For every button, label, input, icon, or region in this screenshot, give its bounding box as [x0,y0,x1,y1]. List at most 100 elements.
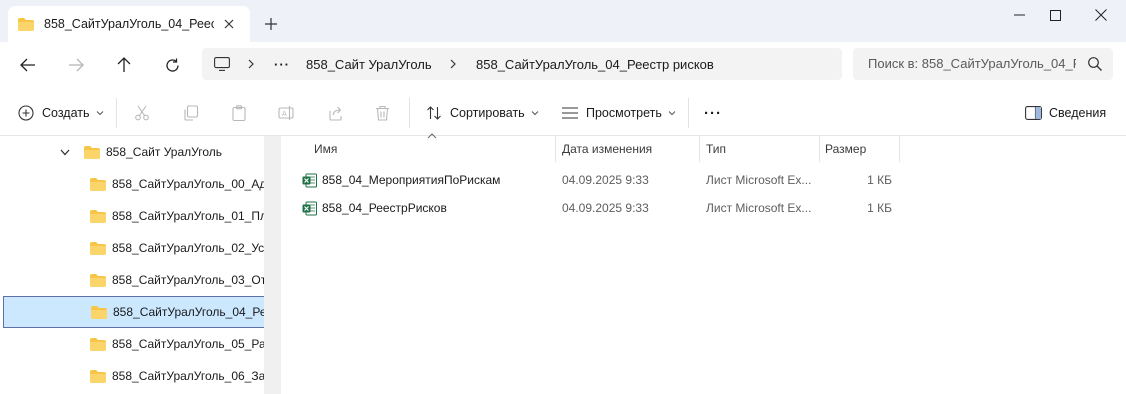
details-label: Сведения [1049,106,1107,120]
maximize-icon[interactable] [1040,4,1070,26]
tree-item[interactable]: 858_СайтУралУголь_00_Администрирование [0,168,264,200]
details-button[interactable]: Сведения [1025,90,1106,136]
folder-icon [84,145,100,159]
create-button[interactable]: Создать [18,90,104,136]
up-arrow-icon[interactable] [111,52,137,78]
command-bar: Создать A Сортировать Просмотреть ··· Св… [0,90,1126,136]
tree-item[interactable]: 858_СайтУралУголь_05_Работы [0,328,264,360]
tab-current[interactable]: 858_СайтУралУголь_04_Реестр рисков [8,6,250,42]
tree-item[interactable]: 858_СайтУралУголь_01_Планирование [0,200,264,232]
column-header-size[interactable]: Размер [825,136,866,162]
column-divider[interactable] [555,136,556,162]
file-size: 1 КБ [867,201,892,215]
file-name: 858_04_МероприятияПоРискам [322,173,501,187]
search-icon[interactable] [1087,56,1103,72]
view-label: Просмотреть [586,106,662,120]
folder-icon [90,241,106,255]
tree-item-selected[interactable]: 858_СайтУралУголь_04_Реестр рисков [3,296,265,328]
file-type: Лист Microsoft Ex... [706,173,812,187]
tree-item-label: 858_СайтУралУголь_04_Реестр рисков [113,305,265,319]
file-name-cell: 858_04_МероприятияПоРискам [302,166,500,194]
divider [688,98,689,128]
chevron-right-icon[interactable] [450,48,456,80]
folder-icon [90,209,106,223]
chevron-down-icon[interactable] [60,149,70,156]
more-options-button[interactable]: ··· [704,90,722,136]
file-name-cell: 858_04_РеестрРисков [302,194,447,222]
folder-icon [90,273,106,287]
clipboard-icon [232,105,246,121]
rename-button[interactable]: A [278,90,295,136]
sidebar-scrollbar[interactable] [264,136,281,394]
share-button[interactable] [327,90,344,136]
tree-item-label: 858_СайтУралУголь_05_Работы [112,337,264,351]
chevron-down-icon [531,111,539,116]
breadcrumb-item-parent[interactable]: 858_Сайт УралУголь [306,48,432,80]
address-bar[interactable]: ··· 858_Сайт УралУголь 858_СайтУралУголь… [202,48,842,80]
excel-file-icon [302,201,317,215]
plus-icon[interactable] [260,13,282,35]
sort-button[interactable]: Сортировать [426,90,539,136]
file-name: 858_04_РеестрРисков [322,201,447,215]
file-type: Лист Microsoft Ex... [706,201,812,215]
tree-item-parent[interactable]: 858_Сайт УралУголь [0,136,264,168]
tree-item[interactable]: 858_СайтУралУголь_06_Закрытие [0,360,264,392]
folder-icon [91,305,107,319]
column-header-modified[interactable]: Дата изменения [562,136,652,162]
copy-button[interactable] [183,90,199,136]
tree-item-label: 858_СайтУралУголь_03_Отчеты [112,273,264,287]
sort-ascending-icon [427,133,437,139]
folder-icon [90,369,106,383]
chevron-down-icon [668,111,676,116]
column-divider[interactable] [819,136,820,162]
scissors-icon [135,105,149,121]
file-row[interactable]: 858_04_МероприятияПоРискам 04.09.2025 9:3… [296,166,900,194]
breadcrumb-item-current[interactable]: 858_СайтУралУголь_04_Реестр рисков [476,48,714,80]
file-row[interactable]: 858_04_РеестрРисков 04.09.2025 9:33 Лист M… [296,194,900,222]
tab-title: 858_СайтУралУголь_04_Реестр рисков [44,17,214,31]
excel-file-icon [302,173,317,187]
folder-icon [90,177,106,191]
sort-label: Сортировать [450,106,525,120]
navigation-bar: ··· 858_Сайт УралУголь 858_СайтУралУголь… [0,42,1126,88]
back-arrow-icon[interactable] [15,52,41,78]
divider [409,98,410,128]
tree-item[interactable]: 858_СайтУралУголь_02_Устав [0,232,264,264]
column-header-name[interactable]: Имя [314,136,337,162]
list-view-icon [562,107,578,119]
copy-icon [184,105,199,121]
column-header-type[interactable]: Тип [706,136,726,162]
view-button[interactable]: Просмотреть [562,90,676,136]
search-box[interactable]: Поиск в: 858_СайтУралУголь_04_Реестр рис… [853,48,1113,80]
rename-icon: A [278,106,294,120]
divider [116,98,117,128]
folder-icon [18,17,34,31]
refresh-icon[interactable] [159,52,185,78]
tree-item-label: 858_СайтУралУголь_00_Администрирование [112,177,264,191]
tree-item-label: 858_СайтУралУголь_02_Устав [112,241,264,255]
tree-item-label: 858_СайтУралУголь_06_Закрытие [112,369,264,383]
minimize-icon[interactable] [1004,4,1034,26]
forward-arrow-icon[interactable] [63,52,89,78]
paste-button[interactable] [231,90,247,136]
column-divider[interactable] [699,136,700,162]
sort-icon [427,106,441,120]
tab-close-icon[interactable] [220,15,238,33]
delete-button[interactable] [375,90,390,136]
file-modified: 04.09.2025 9:33 [562,173,649,187]
chevron-right-icon[interactable] [248,48,254,80]
tree-item[interactable]: 858_СайтУралУголь_03_Отчеты [0,264,264,296]
breadcrumb-overflow[interactable]: ··· [274,48,290,80]
title-bar: 858_СайтУралУголь_04_Реестр рисков [0,0,1126,42]
create-label: Создать [42,106,90,120]
search-input[interactable]: Поиск в: 858_СайтУралУголь_04_Реестр рис… [868,56,1076,71]
close-icon[interactable] [1086,4,1116,26]
tree-item-label: 858_Сайт УралУголь [106,145,222,159]
computer-icon[interactable] [214,48,230,80]
chevron-down-icon [96,111,103,116]
column-divider[interactable] [899,136,900,162]
trash-icon [376,105,389,121]
tree-item-label: 858_СайтУралУголь_01_Планирование [112,209,264,223]
cut-button[interactable] [134,90,150,136]
file-size: 1 КБ [867,173,892,187]
